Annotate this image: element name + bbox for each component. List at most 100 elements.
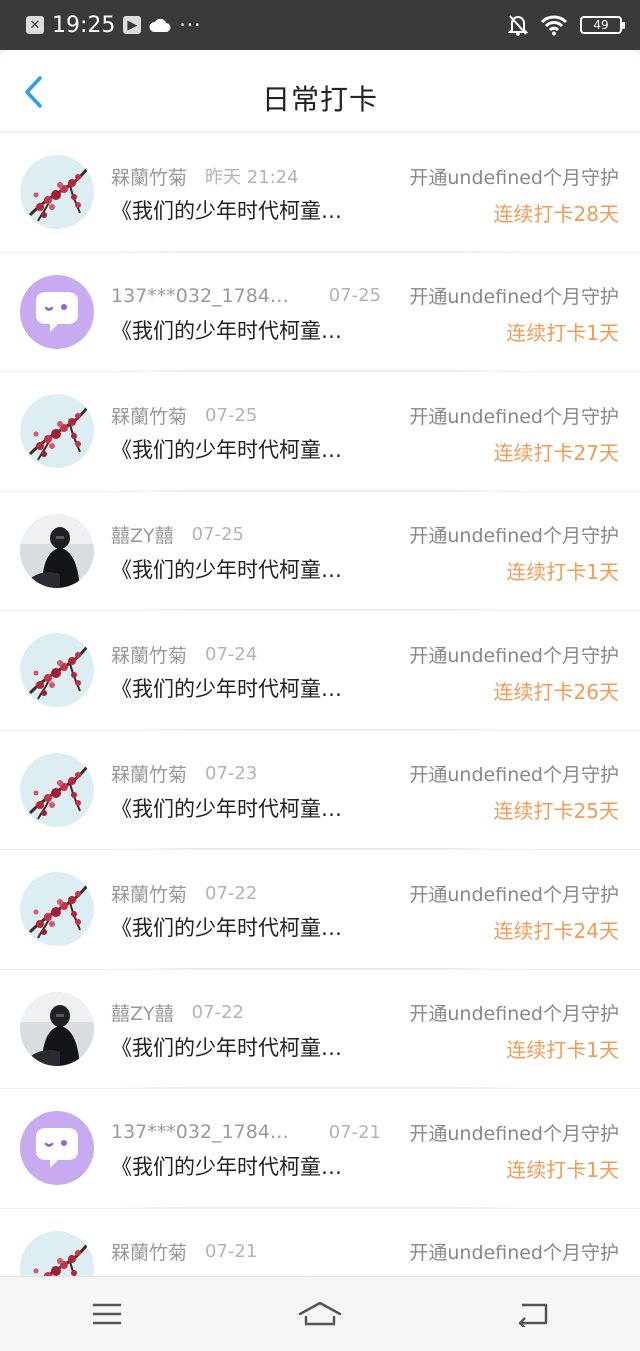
user-name: 槑蘭竹菊 <box>111 764 188 786</box>
book-title: 《我们的少年时代柯童… <box>111 199 342 223</box>
divider <box>110 728 530 730</box>
avatar[interactable] <box>20 1111 94 1185</box>
list-item[interactable]: 囍ZY囍 07-22 《我们的少年时代柯童… 开通undefined个月守护 连续打卡1… <box>0 969 640 1089</box>
home-button[interactable] <box>280 1284 360 1344</box>
name-line: 137***032_1784… 07-21 <box>111 1117 381 1147</box>
checkin-date: 07-24 <box>205 643 258 665</box>
streak-badge: 连续打卡27天 <box>493 440 619 465</box>
user-name: 槑蘭竹菊 <box>111 405 188 428</box>
name-line: 槑蘭竹菊 07-22 <box>111 878 381 908</box>
menu-icon <box>92 1303 121 1325</box>
streak-badge: 连续打卡1天 <box>506 1157 619 1182</box>
name-line: 槑蘭竹菊 07-24 <box>111 639 381 669</box>
system-nav-bar <box>0 1276 640 1351</box>
mute-bell-icon <box>508 15 528 36</box>
name-line: 囍ZY囍 07-22 <box>111 998 381 1028</box>
avatar[interactable] <box>20 394 94 468</box>
guard-status: 开通undefined个月守护 <box>409 764 619 786</box>
guard-status: 开通undefined个月守护 <box>409 1122 619 1145</box>
streak-badge: 连续打卡1天 <box>506 321 619 345</box>
user-name: 137***032_1784… <box>111 1121 289 1143</box>
guard-status: 开通undefined个月守护 <box>409 644 619 667</box>
avatar[interactable] <box>20 1230 94 1276</box>
checkin-date: 07-22 <box>205 882 258 904</box>
battery-level: 49 <box>593 18 609 32</box>
streak-badge: 连续打卡25天 <box>493 799 619 823</box>
list-item[interactable]: 槑蘭竹菊 07-22 《我们的少年时代柯童… 开通undefined个月守护 连续打卡2… <box>0 850 640 970</box>
guard-status: 开通undefined个月守护 <box>409 286 619 308</box>
guard-status: 开通undefined个月守护 <box>409 166 619 189</box>
checkin-date: 07-25 <box>205 404 258 426</box>
divider <box>110 370 530 371</box>
checkin-date: 昨天 21:24 <box>205 167 299 188</box>
list-item[interactable]: 槑蘭竹菊 07-25 《我们的少年时代柯童… 开通undefined个月守护连续打卡2… <box>0 372 640 492</box>
name-line: 槑蘭竹菊 07-23 <box>111 759 381 789</box>
book-title: 《我们的少年时代柯童… <box>111 677 342 701</box>
streak-badge: 连续打卡24天 <box>493 918 619 943</box>
list-item[interactable]: 槑蘭竹菊07-21《我们的少年时代柯童…开通undefined个月守护 <box>0 1208 640 1276</box>
avatar[interactable] <box>20 155 94 229</box>
battery-indicator: 49 <box>580 16 625 34</box>
divider <box>110 1206 530 1208</box>
guard-status: 开通undefined个月守护 <box>409 405 619 428</box>
guard-status: 开通undefined个月守护 <box>409 1242 619 1264</box>
wifi-icon <box>540 15 568 36</box>
book-title: 《我们的少年时代柯童… <box>111 916 342 940</box>
close-notification-icon: ✕ <box>26 16 44 34</box>
streak-badge: 连续打卡1天 <box>506 560 619 584</box>
video-icon: ▶ <box>123 16 142 34</box>
back-nav-button[interactable] <box>493 1284 573 1344</box>
book-title: 《我们的少年时代柯童… <box>111 557 342 582</box>
back-icon <box>519 1303 548 1327</box>
book-title: 《我们的少年时代柯童… <box>111 318 342 343</box>
list-item[interactable]: 囍ZY囍 07-25 《我们的少年时代柯童… 开通undefined个月守护连续打卡1… <box>0 491 640 611</box>
checkin-date: 07-21 <box>205 1241 258 1262</box>
cloud-icon <box>149 18 171 32</box>
list-item[interactable]: 槑蘭竹菊 07-24 《我们的少年时代柯童… 开通undefined个月守护连续打卡2… <box>0 611 640 731</box>
checkin-date: 07-21 <box>328 1121 381 1143</box>
user-name: 槑蘭竹菊 <box>111 644 188 667</box>
home-icon <box>298 1301 342 1326</box>
avatar[interactable] <box>20 752 94 827</box>
checkin-list[interactable]: 槑蘭竹菊 昨天 21:24 《我们的少年时代柯童… 开通undefined个月守护 连续… <box>0 133 640 1276</box>
list-item[interactable]: 槑蘭竹菊 昨天 21:24 《我们的少年时代柯童… 开通undefined个月守护连续… <box>0 133 640 253</box>
user-name: 槑蘭竹菊 <box>111 1242 188 1264</box>
avatar[interactable] <box>20 872 94 946</box>
avatar[interactable] <box>20 991 94 1066</box>
menu-button[interactable] <box>67 1284 147 1344</box>
list-item[interactable]: 槑蘭竹菊 07-23 《我们的少年时代柯童… 开通undefined个月守护连续打卡2… <box>0 730 640 850</box>
book-title: 《我们的少年时代柯童… <box>111 1155 342 1179</box>
divider <box>110 1087 530 1088</box>
list-item[interactable]: 137***032_1784… 07-25 《我们的少年时代柯童… 开通undefin… <box>0 252 640 372</box>
divider <box>110 489 530 491</box>
clock: 19:25 <box>52 12 116 38</box>
page-title: 日常打卡 <box>261 83 378 116</box>
name-line: 137***032_1784… 07-25 <box>111 281 381 311</box>
avatar[interactable] <box>20 513 94 588</box>
user-name: 槑蘭竹菊 <box>111 883 188 906</box>
name-line: 槑蘭竹菊 07-25 <box>111 400 381 430</box>
book-title: 《我们的少年时代柯童… <box>111 1035 342 1060</box>
status-bar: ✕ 19:25 ▶ ··· 49 <box>0 0 640 50</box>
divider <box>110 609 530 610</box>
book-title: 《我们的少年时代柯童… <box>111 438 342 462</box>
page-header: 日常打卡 <box>0 50 640 132</box>
name-line: 囍ZY囍 07-25 <box>111 520 381 550</box>
avatar[interactable] <box>20 633 94 707</box>
user-name: 囍ZY囍 <box>111 525 174 547</box>
checkin-date: 07-23 <box>205 763 258 784</box>
more-icon: ··· <box>179 13 202 37</box>
user-name: 囍ZY囍 <box>111 1003 174 1025</box>
avatar[interactable] <box>20 274 94 349</box>
list-item[interactable]: 137***032_1784… 07-21 《我们的少年时代柯童… 开通undefin… <box>0 1089 640 1209</box>
book-title: 《我们的少年时代柯童… <box>111 796 342 821</box>
user-name: 137***032_1784… <box>111 284 289 307</box>
divider <box>110 967 530 969</box>
name-line: 槑蘭竹菊 昨天 21:24 <box>111 161 381 191</box>
checkin-date: 07-25 <box>191 524 244 545</box>
guard-status: 开通undefined个月守护 <box>409 525 619 547</box>
streak-badge: 连续打卡28天 <box>493 201 619 226</box>
streak-badge: 连续打卡26天 <box>493 679 619 704</box>
user-name: 槑蘭竹菊 <box>111 166 188 189</box>
streak-badge: 连续打卡1天 <box>506 1038 619 1062</box>
